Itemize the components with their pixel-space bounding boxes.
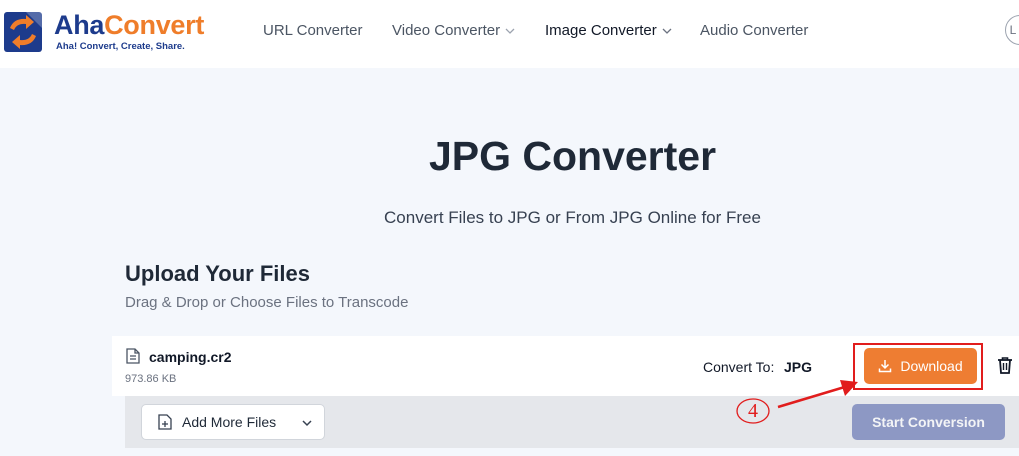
convert-to-format[interactable]: JPG [784,358,812,376]
file-icon [126,348,140,364]
nav-url-converter-label: URL Converter [263,22,363,39]
start-conversion-button[interactable]: Start Conversion [852,404,1005,440]
add-more-files-label: Add More Files [182,414,277,430]
annotation-step-number: 4 [748,400,758,422]
annotation-highlight-box [853,343,983,390]
convert-to-label: Convert To: [703,359,775,375]
nav-image-converter[interactable]: Image Converter [545,21,672,41]
page-subtitle: Convert Files to JPG or From JPG Online … [384,208,761,227]
logo-mark-icon [4,12,42,52]
nav-audio-converter[interactable]: Audio Converter [700,21,808,41]
file-actions-bar: Add More Files Start Conversion [125,396,1019,448]
chevron-down-icon [302,420,312,427]
login-avatar-button[interactable]: L [1005,15,1019,45]
top-navigation-bar: AhaConvert Aha! Convert, Create, Share. … [0,0,1019,68]
file-size: 973.86 KB [125,373,177,385]
chevron-down-icon [662,28,672,34]
nav-video-converter-label: Video Converter [392,22,501,39]
chevron-down-icon [505,28,515,34]
nav-url-converter[interactable]: URL Converter [263,21,362,41]
upload-section-subtitle: Drag & Drop or Choose Files to Transcode [125,294,409,311]
page-title: JPG Converter [428,133,717,179]
brand-name: AhaConvert [54,9,204,41]
brand-name-convert: Convert [104,10,205,40]
nav-image-converter-label: Image Converter [545,22,657,39]
brand-tagline: Aha! Convert, Create, Share. [56,41,185,52]
file-plus-icon [158,414,172,430]
file-name: camping.cr2 [149,349,232,365]
brand-name-aha: Aha [54,10,105,40]
upload-section-title: Upload Your Files [125,261,310,286]
add-more-files-button[interactable]: Add More Files [141,404,325,440]
trash-icon[interactable] [997,356,1013,374]
nav-video-converter[interactable]: Video Converter [392,21,515,41]
brand-logo[interactable]: AhaConvert Aha! Convert, Create, Share. [4,8,214,56]
nav-audio-converter-label: Audio Converter [700,22,809,39]
